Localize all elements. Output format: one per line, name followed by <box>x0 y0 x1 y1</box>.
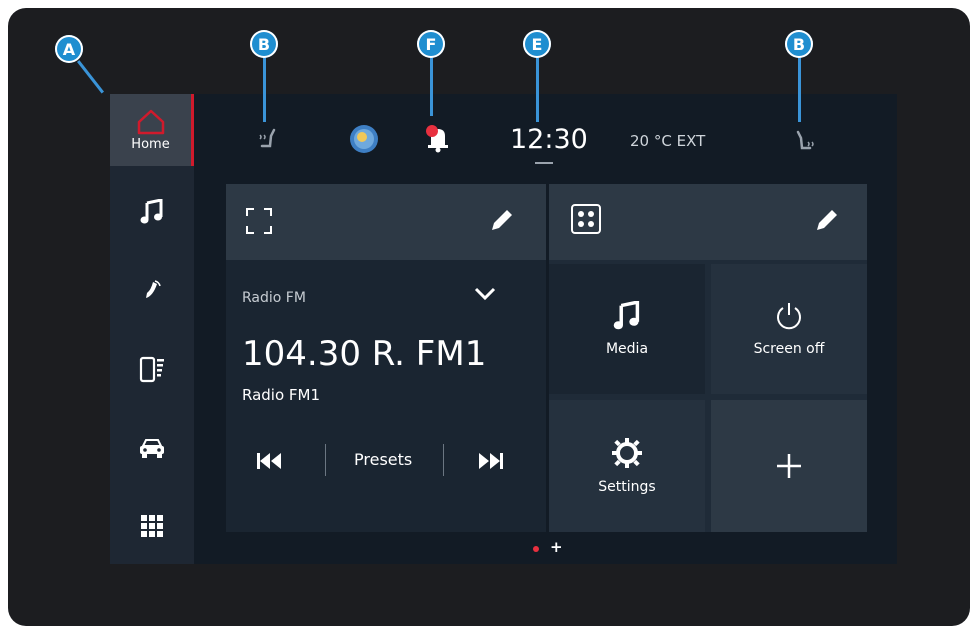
gear-icon <box>612 438 642 468</box>
sidebar-item-home[interactable]: Home <box>110 94 194 166</box>
callout-a: A <box>55 35 83 63</box>
next-station-button[interactable] <box>478 452 504 474</box>
source-dropdown-button[interactable] <box>474 286 496 305</box>
radio-widget: Radio FM 104.30 R. FM1 Radio FM1 Presets <box>226 184 546 532</box>
radio-station-name: Radio FM1 <box>242 386 321 404</box>
seat-heat-left-icon <box>259 128 276 148</box>
apps-grid-icon <box>141 515 163 537</box>
callout-f-leader <box>430 56 433 116</box>
exterior-temperature: 20 °C EXT <box>630 132 706 150</box>
pull-down-handle[interactable] <box>535 162 553 164</box>
callout-f: F <box>417 30 445 58</box>
fullscreen-icon <box>246 208 272 234</box>
add-shortcut-tile[interactable] <box>711 400 867 532</box>
sidebar-item-phone[interactable] <box>110 254 194 326</box>
callout-b-right: B <box>785 30 813 58</box>
callout-e: E <box>523 30 551 58</box>
tile-label: Media <box>605 341 649 357</box>
phone-icon <box>146 280 161 298</box>
radio-source-label: Radio FM <box>242 290 306 306</box>
callout-b-left-leader <box>263 56 266 122</box>
edit-shortcuts-button[interactable] <box>813 206 841 238</box>
touch-screen: Home 12:30 20 °C EXT Radio FM 104.30 R. … <box>110 94 897 564</box>
dice-grid-icon <box>571 204 601 234</box>
climate-status-button[interactable] <box>349 124 379 158</box>
seat-heat-right-button[interactable] <box>794 128 816 156</box>
edit-radio-widget-button[interactable] <box>488 206 516 238</box>
pencil-icon <box>492 210 512 230</box>
tile-label: Screen off <box>753 341 825 357</box>
notifications-button[interactable] <box>423 122 453 158</box>
home-icon <box>137 109 164 134</box>
sidebar-item-label: Home <box>131 136 170 152</box>
callout-b-left: B <box>250 30 278 58</box>
tile-label: Settings <box>598 479 656 495</box>
callout-b-right-leader <box>798 56 801 122</box>
media-tile[interactable]: Media <box>549 264 705 394</box>
screen-off-tile[interactable]: Screen off <box>711 264 867 394</box>
presets-button[interactable]: Presets <box>354 450 412 469</box>
expand-button[interactable] <box>246 208 272 238</box>
sidebar-item-vehicle[interactable] <box>110 412 194 484</box>
music-note-icon <box>140 199 163 224</box>
plus-icon <box>777 454 801 478</box>
seat-heat-left-button[interactable] <box>256 126 278 154</box>
power-icon <box>777 303 801 330</box>
callout-e-leader <box>536 56 539 122</box>
sidebar-item-smartphone[interactable] <box>110 334 194 406</box>
divider <box>325 444 326 476</box>
climate-globe-icon <box>350 125 378 153</box>
skip-forward-icon <box>479 453 503 469</box>
smartphone-projection-icon <box>139 356 164 383</box>
car-icon <box>140 439 164 458</box>
shortcut-layout-button[interactable] <box>571 204 601 238</box>
bell-icon <box>426 125 448 153</box>
clock[interactable]: 12:30 <box>510 124 588 155</box>
sidebar-item-apps[interactable] <box>110 490 194 562</box>
shortcuts-widget: Media Screen off Settings <box>549 184 867 532</box>
skip-back-icon <box>257 453 281 469</box>
previous-station-button[interactable] <box>256 452 282 474</box>
add-page-button[interactable]: + <box>550 538 563 556</box>
divider <box>443 444 444 476</box>
sidebar-item-music[interactable] <box>110 176 194 248</box>
settings-tile[interactable]: Settings <box>549 400 705 532</box>
radio-frequency: 104.30 R. FM1 <box>242 334 487 374</box>
chevron-down-icon <box>474 287 496 301</box>
page-indicator-active[interactable] <box>533 546 539 552</box>
sidebar: Home <box>110 94 194 564</box>
music-note-icon <box>613 301 640 330</box>
pencil-icon <box>817 210 837 230</box>
seat-heat-right-icon <box>796 130 814 150</box>
infotainment-bezel: Home 12:30 20 °C EXT Radio FM 104.30 R. … <box>8 8 970 626</box>
